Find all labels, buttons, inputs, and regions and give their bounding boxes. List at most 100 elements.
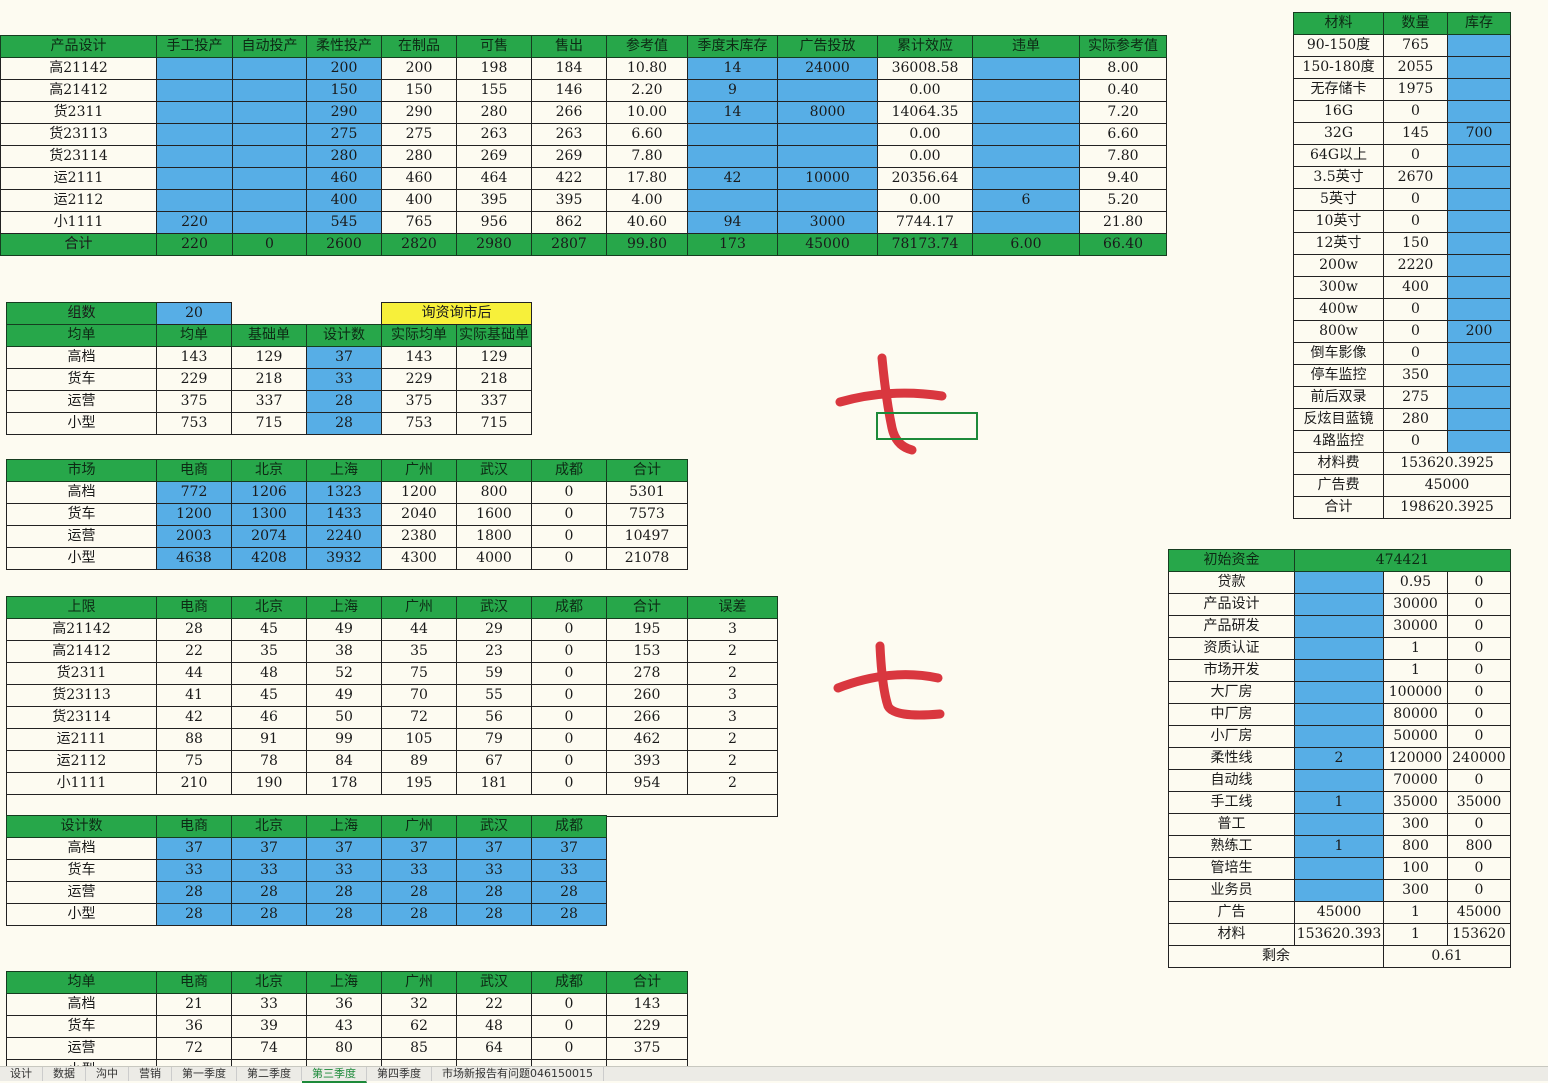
table-cell[interactable]: 28 (381, 881, 457, 904)
table-cell[interactable]: 14 (687, 57, 778, 80)
table-cell[interactable]: 37 (531, 837, 607, 860)
table-cell[interactable]: 14 (687, 101, 778, 124)
table-cell[interactable]: 37 (306, 346, 382, 369)
table-cell[interactable] (1447, 78, 1511, 101)
table-cell[interactable]: 4638 (156, 547, 232, 570)
table-cell[interactable] (1294, 637, 1384, 660)
selected-cell[interactable] (876, 412, 978, 440)
table-cell[interactable] (1294, 571, 1384, 594)
table-cell[interactable]: 10000 (777, 167, 878, 190)
table-cell[interactable] (232, 167, 307, 190)
table-cell[interactable] (687, 145, 778, 168)
table-cell[interactable] (1294, 769, 1384, 792)
table-cell[interactable] (232, 101, 307, 124)
table-cell[interactable]: 28 (381, 903, 457, 926)
table-cell[interactable]: 6 (972, 189, 1080, 212)
table-cell[interactable] (972, 79, 1080, 102)
table-cell[interactable]: 28 (306, 390, 382, 413)
table-cell[interactable]: 37 (456, 837, 532, 860)
table-cell[interactable]: 28 (156, 903, 232, 926)
table-cell[interactable] (972, 57, 1080, 80)
sheet-tab[interactable]: 第三季度 (302, 1067, 367, 1083)
table-cell[interactable] (972, 101, 1080, 124)
table-cell[interactable] (1447, 144, 1511, 167)
table-cell[interactable] (1447, 100, 1511, 123)
table-cell[interactable]: 700 (1447, 122, 1511, 145)
table-cell[interactable] (232, 123, 307, 146)
table-cell[interactable] (1447, 386, 1511, 409)
table-cell[interactable]: 9 (687, 79, 778, 102)
table-cell[interactable]: 33 (531, 859, 607, 882)
table-cell[interactable] (1447, 254, 1511, 277)
table-cell[interactable]: 33 (381, 859, 457, 882)
table-cell[interactable] (156, 101, 233, 124)
table-cell[interactable]: 8000 (777, 101, 878, 124)
table-cell[interactable]: 28 (231, 903, 307, 926)
table-cell[interactable] (1447, 34, 1511, 57)
table-cell[interactable]: 45000 (1294, 901, 1384, 924)
table-cell[interactable]: 28 (456, 903, 532, 926)
table-cell[interactable] (687, 123, 778, 146)
table-cell[interactable] (972, 167, 1080, 190)
table-cell[interactable] (232, 211, 307, 234)
table-cell[interactable] (777, 189, 878, 212)
table-cell[interactable]: 28 (306, 881, 382, 904)
table-cell[interactable]: 2074 (231, 525, 307, 548)
table-cell[interactable]: 28 (531, 903, 607, 926)
table-cell[interactable] (156, 145, 233, 168)
table-cell[interactable]: 460 (306, 167, 382, 190)
sheet-tab[interactable]: 设计 (0, 1067, 43, 1081)
table-cell[interactable] (156, 79, 233, 102)
table-cell[interactable] (156, 167, 233, 190)
table-cell[interactable] (1447, 188, 1511, 211)
table-cell[interactable] (972, 211, 1080, 234)
table-cell[interactable] (156, 57, 233, 80)
table-cell[interactable] (156, 189, 233, 212)
table-cell[interactable]: 37 (156, 837, 232, 860)
sheet-tab[interactable]: 第二季度 (237, 1067, 302, 1081)
table-cell[interactable]: 28 (531, 881, 607, 904)
table-cell[interactable]: 290 (306, 101, 382, 124)
table-cell[interactable] (1447, 298, 1511, 321)
table-cell[interactable]: 24000 (777, 57, 878, 80)
table-cell[interactable] (1294, 659, 1384, 682)
sheet-tab[interactable]: 第四季度 (367, 1067, 432, 1081)
sheet-tab[interactable]: 数据 (43, 1067, 86, 1081)
table-cell[interactable]: 1206 (231, 481, 307, 504)
table-cell[interactable]: 33 (306, 859, 382, 882)
table-cell[interactable] (1447, 430, 1511, 453)
table-cell[interactable] (972, 145, 1080, 168)
table-cell[interactable]: 28 (231, 881, 307, 904)
table-cell[interactable] (1447, 342, 1511, 365)
table-cell[interactable]: 200 (1447, 320, 1511, 343)
table-cell[interactable]: 33 (156, 859, 232, 882)
table-cell[interactable]: 4208 (231, 547, 307, 570)
table-cell[interactable]: 37 (306, 837, 382, 860)
table-cell[interactable]: 200 (306, 57, 382, 80)
table-cell[interactable]: 772 (156, 481, 232, 504)
table-cell[interactable] (1294, 681, 1384, 704)
groups-value[interactable]: 20 (156, 302, 232, 325)
table-cell[interactable]: 153620.393 (1294, 923, 1384, 946)
table-cell[interactable]: 1300 (231, 503, 307, 526)
table-cell[interactable]: 545 (306, 211, 382, 234)
table-cell[interactable]: 1323 (306, 481, 382, 504)
table-cell[interactable]: 2 (1294, 747, 1384, 770)
table-cell[interactable] (232, 145, 307, 168)
table-cell[interactable]: 2240 (306, 525, 382, 548)
table-cell[interactable]: 28 (306, 903, 382, 926)
table-cell[interactable]: 1 (1294, 791, 1384, 814)
table-cell[interactable]: 400 (306, 189, 382, 212)
table-cell[interactable]: 28 (156, 881, 232, 904)
table-cell[interactable]: 1 (1294, 835, 1384, 858)
table-cell[interactable] (232, 79, 307, 102)
table-cell[interactable]: 33 (456, 859, 532, 882)
sheet-tab[interactable]: 市场新报告有问题046150015 (432, 1067, 604, 1081)
table-cell[interactable] (777, 79, 878, 102)
table-cell[interactable] (1294, 813, 1384, 836)
table-cell[interactable] (1294, 703, 1384, 726)
table-cell[interactable] (1447, 56, 1511, 79)
table-cell[interactable] (1447, 232, 1511, 255)
table-cell[interactable] (1447, 166, 1511, 189)
table-cell[interactable] (687, 189, 778, 212)
